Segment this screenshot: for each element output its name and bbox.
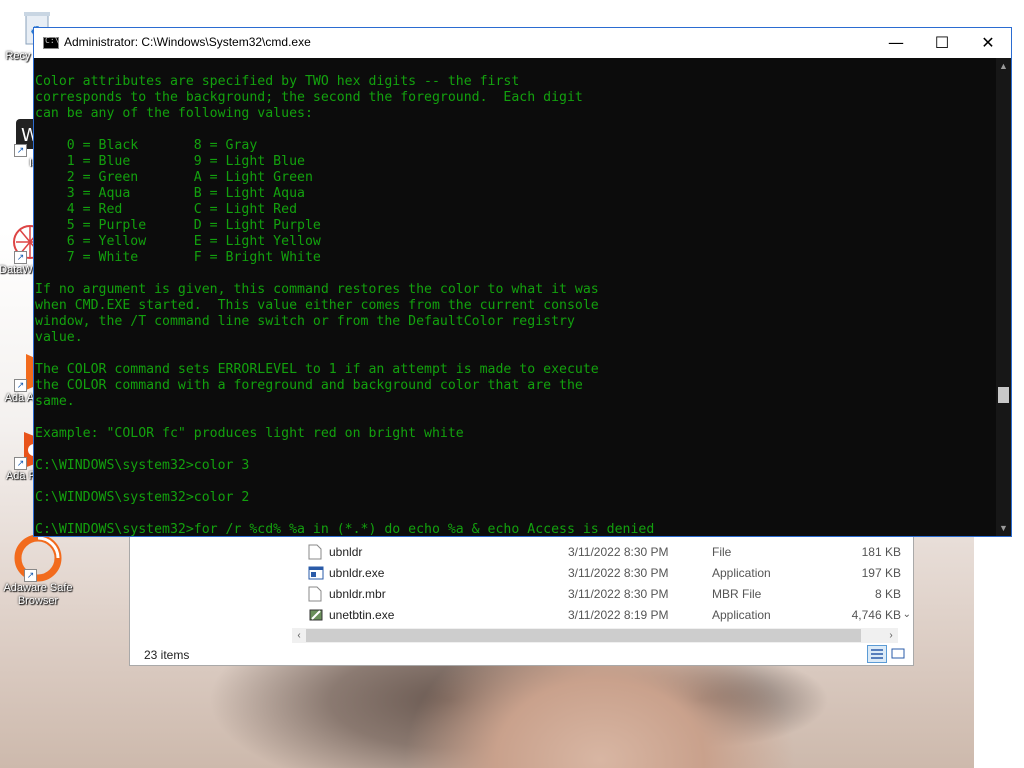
console-line: C:\WINDOWS\system32>color 2 xyxy=(35,490,250,505)
file-row[interactable]: ubnldr 3/11/2022 8:30 PM File 181 KB xyxy=(130,542,911,563)
window-title: Administrator: C:\Windows\System32\cmd.e… xyxy=(64,35,311,49)
file-date: 3/11/2022 8:30 PM xyxy=(568,545,669,559)
horizontal-scrollbar[interactable]: ‹ › xyxy=(292,628,898,643)
console-line: 6 = Yellow E = Light Yellow xyxy=(35,234,321,249)
file-type: File xyxy=(712,545,732,559)
file-name: ubnldr xyxy=(329,545,363,559)
close-button[interactable]: ✕ xyxy=(965,28,1011,58)
scroll-right-arrow[interactable]: › xyxy=(884,628,898,643)
console-line: C:\WINDOWS\system32>color 3 xyxy=(35,458,250,473)
file-explorer-window[interactable]: ubnldr 3/11/2022 8:30 PM File 181 KB ubn… xyxy=(129,520,914,666)
minimize-button[interactable]: — xyxy=(873,28,919,58)
horizontal-scroll-thumb[interactable] xyxy=(306,629,861,642)
file-name: ubnldr.exe xyxy=(329,566,385,580)
desktop-icon-label: Adaware Safe Browser xyxy=(3,582,73,607)
console-line: can be any of the following values: xyxy=(35,106,313,121)
shortcut-arrow-icon: ↗ xyxy=(24,569,37,582)
console-line: value. xyxy=(35,330,83,345)
file-type: Application xyxy=(712,566,771,580)
vertical-scroll-thumb[interactable] xyxy=(998,387,1009,403)
console-line: 5 = Purple D = Light Purple xyxy=(35,218,321,233)
console-output[interactable]: Color attributes are specified by TWO he… xyxy=(34,58,996,536)
console-line: when CMD.EXE started. This value either … xyxy=(35,298,599,313)
console-line: 1 = Blue 9 = Light Blue xyxy=(35,154,305,169)
large-icons-view-button[interactable] xyxy=(889,645,909,663)
console-line: 7 = White F = Bright White xyxy=(35,250,321,265)
exe-icon xyxy=(308,565,324,581)
console-line: Example: "COLOR fc" produces light red o… xyxy=(35,426,464,441)
file-type: MBR File xyxy=(712,587,762,601)
console-line: window, the /T command line switch or fr… xyxy=(35,314,575,329)
file-name: unetbtin.exe xyxy=(329,608,395,622)
file-date: 3/11/2022 8:30 PM xyxy=(568,587,669,601)
file-icon xyxy=(308,586,322,602)
shortcut-arrow-icon: ↗ xyxy=(14,144,27,157)
shortcut-arrow-icon: ↗ xyxy=(14,457,27,470)
console-line: C:\WINDOWS\system32>for /r %cd% %a in (*… xyxy=(35,522,655,536)
scroll-down-arrow[interactable]: ▼ xyxy=(996,520,1011,536)
desktop-icon-adaware-safe-browser[interactable]: ↗ Adaware Safe Browser xyxy=(1,534,75,608)
adaware-browser-icon: ↗ xyxy=(14,534,62,582)
maximize-button[interactable]: ☐ xyxy=(919,28,965,58)
cmd-app-icon: C:\ xyxy=(43,36,59,49)
file-date: 3/11/2022 8:19 PM xyxy=(568,608,669,622)
file-size: 4,746 KB xyxy=(851,608,901,622)
shortcut-arrow-icon: ↗ xyxy=(14,251,27,264)
shortcut-arrow-icon: ↗ xyxy=(14,379,27,392)
status-item-count: 23 items xyxy=(144,648,190,662)
vertical-scroll-down-arrow[interactable]: ⌄ xyxy=(903,609,911,620)
console-line: the COLOR command with a foreground and … xyxy=(35,378,583,393)
scroll-up-arrow[interactable]: ▲ xyxy=(996,58,1011,74)
scroll-left-arrow[interactable]: ‹ xyxy=(292,628,306,643)
file-size: 181 KB xyxy=(861,545,901,559)
console-line: 0 = Black 8 = Gray xyxy=(35,138,258,153)
file-icon xyxy=(308,544,322,560)
file-row[interactable]: ubnldr.exe 3/11/2022 8:30 PM Application… xyxy=(130,563,911,584)
console-line: corresponds to the background; the secon… xyxy=(35,90,583,105)
file-size: 8 KB xyxy=(874,587,901,601)
unetbootin-icon xyxy=(308,607,323,623)
vertical-scrollbar[interactable]: ▲ ▼ xyxy=(996,58,1011,536)
console-line: same. xyxy=(35,394,75,409)
command-prompt-window[interactable]: C:\ Administrator: C:\Windows\System32\c… xyxy=(33,27,1012,537)
file-date: 3/11/2022 8:30 PM xyxy=(568,566,669,580)
console-line: Color attributes are specified by TWO he… xyxy=(35,74,520,89)
file-row[interactable]: unetbtin.exe 3/11/2022 8:19 PM Applicati… xyxy=(130,605,911,626)
file-size: 197 KB xyxy=(861,566,901,580)
window-titlebar[interactable]: C:\ Administrator: C:\Windows\System32\c… xyxy=(34,28,1011,58)
file-name: ubnldr.mbr xyxy=(329,587,386,601)
file-type: Application xyxy=(712,608,771,622)
console-line: 2 = Green A = Light Green xyxy=(35,170,313,185)
console-line: 4 = Red C = Light Red xyxy=(35,202,298,217)
console-line: 3 = Aqua B = Light Aqua xyxy=(35,186,305,201)
file-row[interactable]: ubnldr.mbr 3/11/2022 8:30 PM MBR File 8 … xyxy=(130,584,911,605)
console-line: The COLOR command sets ERRORLEVEL to 1 i… xyxy=(35,362,599,377)
details-view-button[interactable] xyxy=(867,645,887,663)
console-line: If no argument is given, this command re… xyxy=(35,282,599,297)
